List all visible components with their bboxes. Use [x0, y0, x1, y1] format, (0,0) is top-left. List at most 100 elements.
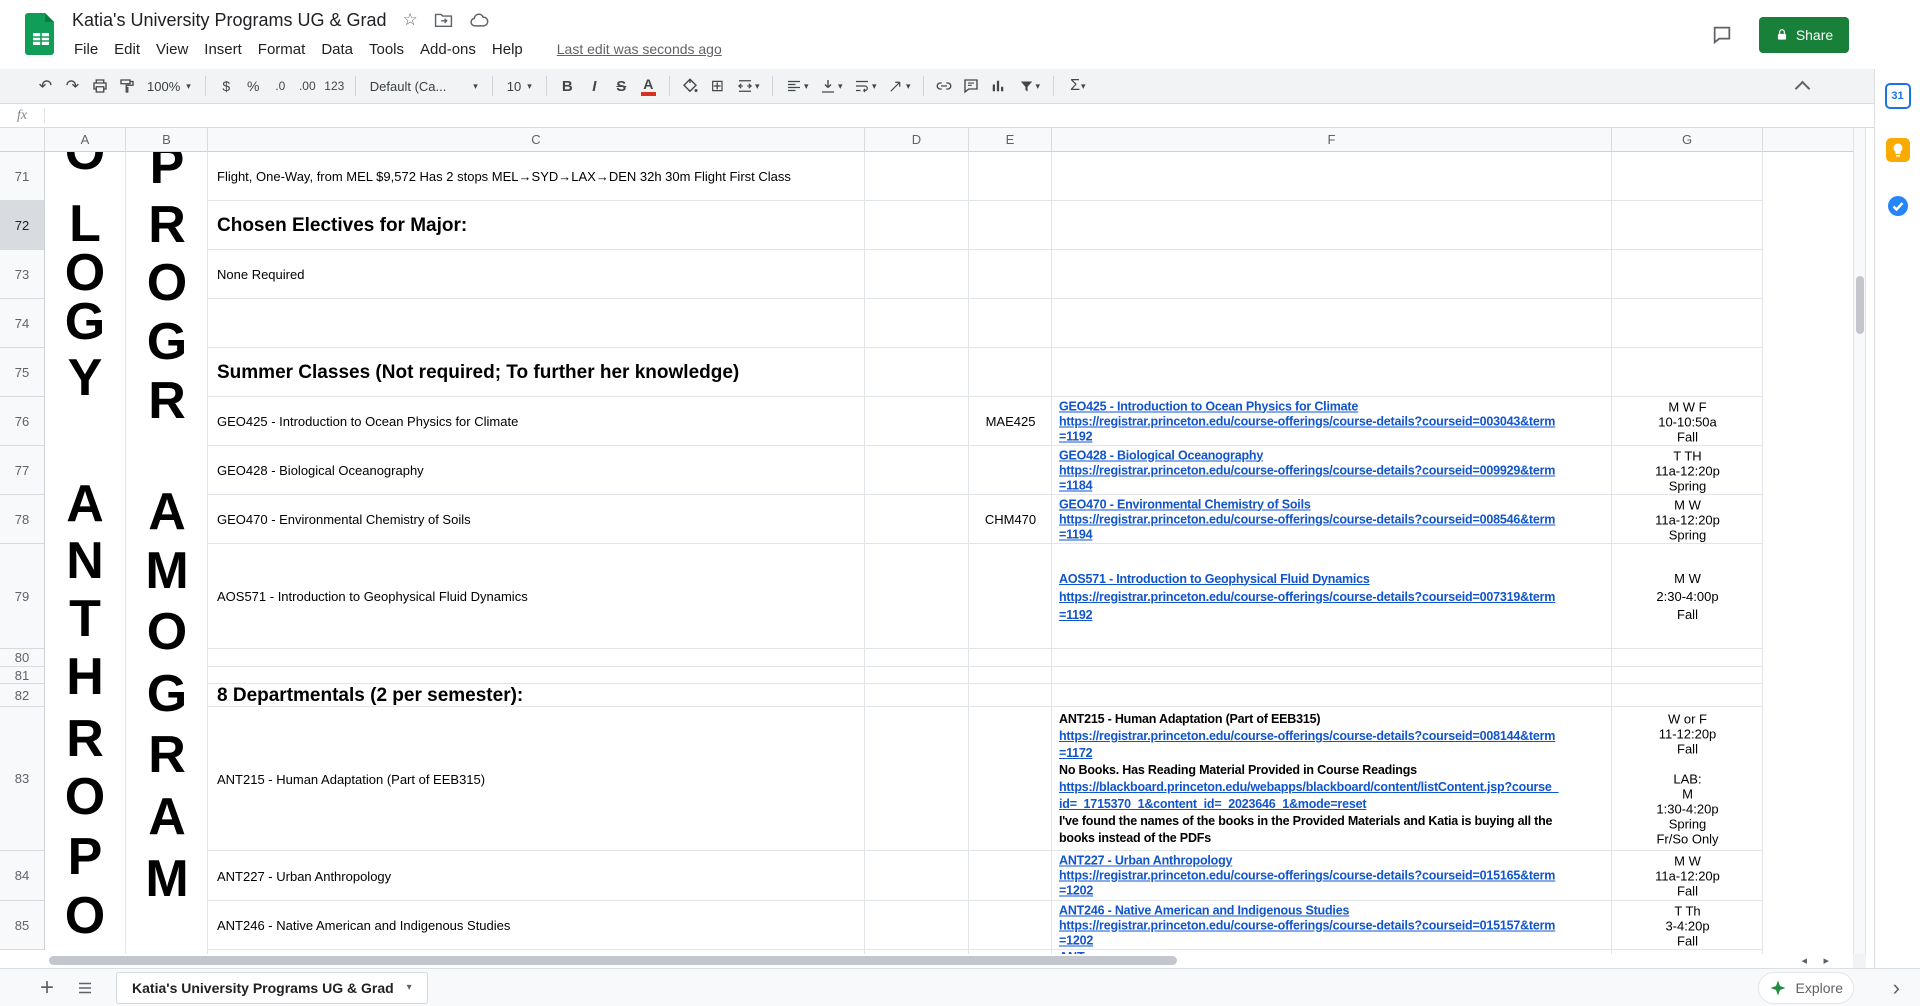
- decrease-decimal-button[interactable]: .0: [267, 73, 294, 99]
- cell-G78[interactable]: M W11a-12:20pSpring: [1612, 495, 1763, 544]
- insert-comment-icon[interactable]: [958, 73, 985, 99]
- zoom-select[interactable]: 100% ▾: [140, 79, 198, 94]
- menu-tools[interactable]: Tools: [361, 41, 412, 58]
- scroll-left-icon[interactable]: ◂: [1801, 954, 1807, 968]
- undo-icon[interactable]: ↶: [32, 73, 59, 99]
- cell-E78[interactable]: CHM470: [969, 495, 1052, 544]
- cell-link-line[interactable]: =1192: [1059, 606, 1605, 624]
- redo-icon[interactable]: ↷: [59, 73, 86, 99]
- cell-link-line[interactable]: GEO470 - Environmental Chemistry of Soil…: [1059, 497, 1605, 512]
- horizontal-scrollbar-thumb[interactable]: [49, 956, 1177, 965]
- cell-C76[interactable]: GEO425 - Introduction to Ocean Physics f…: [208, 397, 865, 446]
- cell-F85[interactable]: ANT246 - Native American and Indigenous …: [1052, 901, 1612, 950]
- cell-C79[interactable]: AOS571 - Introduction to Geophysical Flu…: [208, 544, 865, 649]
- explore-button[interactable]: Explore: [1758, 972, 1854, 1004]
- menu-insert[interactable]: Insert: [196, 41, 250, 58]
- cell-link-line[interactable]: =1172: [1059, 745, 1605, 762]
- row-header-78[interactable]: 78: [0, 495, 45, 544]
- row-header-74[interactable]: 74: [0, 299, 45, 348]
- row-header-82[interactable]: 82: [0, 684, 45, 707]
- cell-G79[interactable]: M W2:30-4:00pFall: [1612, 544, 1763, 649]
- cell-link-line[interactable]: =1184: [1059, 478, 1605, 493]
- formula-input[interactable]: [45, 104, 1874, 127]
- merge-cells-button[interactable]: ▾: [731, 73, 765, 99]
- menu-addons[interactable]: Add-ons: [412, 41, 484, 58]
- cell-link-line[interactable]: =1202: [1059, 884, 1605, 899]
- cell-F76[interactable]: GEO425 - Introduction to Ocean Physics f…: [1052, 397, 1612, 446]
- sheet-tab-menu-icon[interactable]: ▾: [407, 982, 412, 993]
- cell-F77[interactable]: GEO428 - Biological Oceanographyhttps://…: [1052, 446, 1612, 495]
- print-icon[interactable]: [86, 73, 113, 99]
- italic-button[interactable]: I: [581, 73, 608, 99]
- row-header-83[interactable]: 83: [0, 707, 45, 851]
- keep-icon[interactable]: [1886, 138, 1910, 167]
- cloud-status-icon[interactable]: [469, 12, 489, 28]
- sheets-logo-icon[interactable]: [24, 12, 58, 56]
- cell-C82[interactable]: 8 Departmentals (2 per semester):: [208, 684, 865, 707]
- cell-G83[interactable]: W or F11-12:20pFall LAB:M1:30-4:20pSprin…: [1612, 707, 1763, 851]
- tasks-icon[interactable]: [1886, 194, 1910, 223]
- cell-link-line[interactable]: ANT227 - Urban Anthropology: [1059, 854, 1605, 869]
- cell-C83[interactable]: ANT215 - Human Adaptation (Part of EEB31…: [208, 707, 865, 851]
- row-header-79[interactable]: 79: [0, 544, 45, 649]
- row-header-80[interactable]: 80: [0, 649, 45, 667]
- text-wrap-button[interactable]: ▾: [848, 73, 882, 99]
- filter-icon[interactable]: ▾: [1012, 73, 1046, 99]
- horizontal-align-button[interactable]: ▾: [780, 73, 814, 99]
- more-formats-button[interactable]: 123: [321, 73, 348, 99]
- column-header-G[interactable]: G: [1612, 128, 1763, 152]
- calendar-icon[interactable]: 31: [1885, 83, 1911, 109]
- cell-C84[interactable]: ANT227 - Urban Anthropology: [208, 851, 865, 901]
- font-size-select[interactable]: 10 ▾: [500, 79, 539, 94]
- column-header-F[interactable]: F: [1052, 128, 1612, 152]
- row-header-71[interactable]: 71: [0, 152, 45, 201]
- functions-button[interactable]: Σ ▾: [1061, 73, 1095, 99]
- cell-link-line[interactable]: https://registrar.princeton.edu/course-o…: [1059, 918, 1605, 933]
- cell-F83[interactable]: ANT215 - Human Adaptation (Part of EEB31…: [1052, 707, 1612, 851]
- cell-link-line[interactable]: https://registrar.princeton.edu/course-o…: [1059, 512, 1605, 527]
- insert-chart-icon[interactable]: [985, 73, 1012, 99]
- cell-link-line[interactable]: =1192: [1059, 429, 1605, 444]
- column-header-C[interactable]: C: [208, 128, 865, 152]
- column-header-A[interactable]: A: [45, 128, 126, 152]
- cell-link-line[interactable]: https://registrar.princeton.edu/course-o…: [1059, 414, 1605, 429]
- menu-data[interactable]: Data: [313, 41, 361, 58]
- cell-F78[interactable]: GEO470 - Environmental Chemistry of Soil…: [1052, 495, 1612, 544]
- paint-format-icon[interactable]: [113, 73, 140, 99]
- last-edit-status[interactable]: Last edit was seconds ago: [557, 41, 722, 57]
- insert-link-icon[interactable]: [931, 73, 958, 99]
- menu-file[interactable]: File: [66, 41, 106, 58]
- scroll-right-icon[interactable]: ▸: [1823, 954, 1829, 968]
- cell-link-line[interactable]: =1202: [1059, 933, 1605, 948]
- row-header-73[interactable]: 73: [0, 250, 45, 299]
- bold-button[interactable]: B: [554, 73, 581, 99]
- cell-link-line[interactable]: https://blackboard.princeton.edu/webapps…: [1059, 779, 1605, 796]
- cell-link-line[interactable]: GEO428 - Biological Oceanography: [1059, 448, 1605, 463]
- collapse-toolbar-icon[interactable]: [1795, 81, 1811, 97]
- format-percent-button[interactable]: %: [240, 73, 267, 99]
- font-family-select[interactable]: Default (Ca... ▾: [363, 79, 485, 94]
- cell-C75[interactable]: Summer Classes (Not required; To further…: [208, 348, 865, 397]
- row-header-85[interactable]: 85: [0, 901, 45, 950]
- cell-F84[interactable]: ANT227 - Urban Anthropologyhttps://regis…: [1052, 851, 1612, 901]
- row-header-72[interactable]: 72: [0, 201, 45, 250]
- share-button[interactable]: Share: [1759, 17, 1849, 53]
- text-color-button[interactable]: A: [635, 73, 662, 99]
- column-header-B[interactable]: B: [126, 128, 208, 152]
- cell-C77[interactable]: GEO428 - Biological Oceanography: [208, 446, 865, 495]
- row-header-75[interactable]: 75: [0, 348, 45, 397]
- cell-C78[interactable]: GEO470 - Environmental Chemistry of Soil…: [208, 495, 865, 544]
- menu-help[interactable]: Help: [484, 41, 531, 58]
- cell-C85[interactable]: ANT246 - Native American and Indigenous …: [208, 901, 865, 950]
- format-currency-button[interactable]: $: [213, 73, 240, 99]
- show-side-panel-icon[interactable]: ›: [1893, 975, 1900, 1001]
- all-sheets-icon[interactable]: [76, 979, 94, 997]
- row-header-84[interactable]: 84: [0, 851, 45, 901]
- column-header-D[interactable]: D: [865, 128, 969, 152]
- cell-C73[interactable]: None Required: [208, 250, 865, 299]
- cell-C72[interactable]: Chosen Electives for Major:: [208, 201, 865, 250]
- move-folder-icon[interactable]: [434, 12, 453, 28]
- menu-edit[interactable]: Edit: [106, 41, 148, 58]
- cell-G77[interactable]: T TH11a-12:20pSpring: [1612, 446, 1763, 495]
- cell-link-line[interactable]: ANT246 - Native American and Indigenous …: [1059, 903, 1605, 918]
